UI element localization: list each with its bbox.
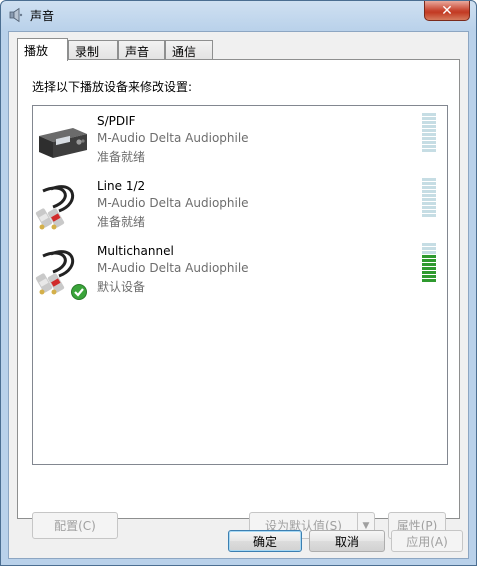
rca-cable-icon (35, 185, 75, 230)
spdif-receiver-icon (39, 128, 87, 158)
window-title: 声音 (30, 9, 55, 23)
apply-button[interactable]: 应用(A) (391, 530, 463, 552)
speaker-icon (9, 7, 23, 23)
device-status: 准备就绪 (97, 215, 146, 229)
device-item-multichannel[interactable]: Multichannel M-Audio Delta Audiophile 默认… (33, 240, 447, 302)
sound-dialog-window: 声音 ✕ 播放 录制 声音 通信 选择以下播放设备来修改设置: S/PDIF M… (0, 0, 477, 566)
instruction-text: 选择以下播放设备来修改设置: (32, 80, 193, 94)
close-icon: ✕ (441, 2, 453, 19)
dialog-client-area: 播放 录制 声音 通信 选择以下播放设备来修改设置: S/PDIF M-Audi… (8, 31, 469, 559)
ok-button[interactable]: 确定 (228, 530, 302, 552)
volume-meter (422, 178, 436, 220)
device-driver: M-Audio Delta Audiophile (97, 261, 249, 275)
chevron-down-icon: ▼ (362, 520, 370, 531)
device-item-line-1-2[interactable]: Line 1/2 M-Audio Delta Audiophile 准备就绪 (33, 175, 447, 237)
tab-sounds[interactable]: 声音 (118, 40, 165, 60)
close-button[interactable]: ✕ (424, 1, 470, 21)
tab-recording[interactable]: 录制 (68, 40, 118, 60)
device-name: S/PDIF (97, 114, 136, 128)
device-name: Line 1/2 (97, 179, 146, 193)
title-bar[interactable]: 声音 ✕ (1, 1, 476, 29)
volume-meter (422, 243, 436, 285)
volume-meter (422, 113, 436, 155)
cancel-button[interactable]: 取消 (309, 530, 385, 552)
device-driver: M-Audio Delta Audiophile (97, 196, 249, 210)
tab-communications[interactable]: 通信 (165, 40, 213, 60)
device-name: Multichannel (97, 244, 174, 258)
rca-cable-icon (35, 250, 87, 300)
device-status: 准备就绪 (97, 150, 146, 164)
device-status: 默认设备 (97, 280, 146, 294)
default-check-icon (71, 284, 87, 300)
tab-playback[interactable]: 播放 (17, 38, 68, 61)
playback-device-list[interactable]: S/PDIF M-Audio Delta Audiophile 准备就绪 Lin… (32, 105, 448, 465)
configure-button[interactable]: 配置(C) (32, 512, 118, 539)
device-driver: M-Audio Delta Audiophile (97, 131, 249, 145)
playback-tab-panel: 选择以下播放设备来修改设置: S/PDIF M-Audio Delta Audi… (17, 59, 460, 539)
device-item-spdif[interactable]: S/PDIF M-Audio Delta Audiophile 准备就绪 (33, 110, 447, 172)
